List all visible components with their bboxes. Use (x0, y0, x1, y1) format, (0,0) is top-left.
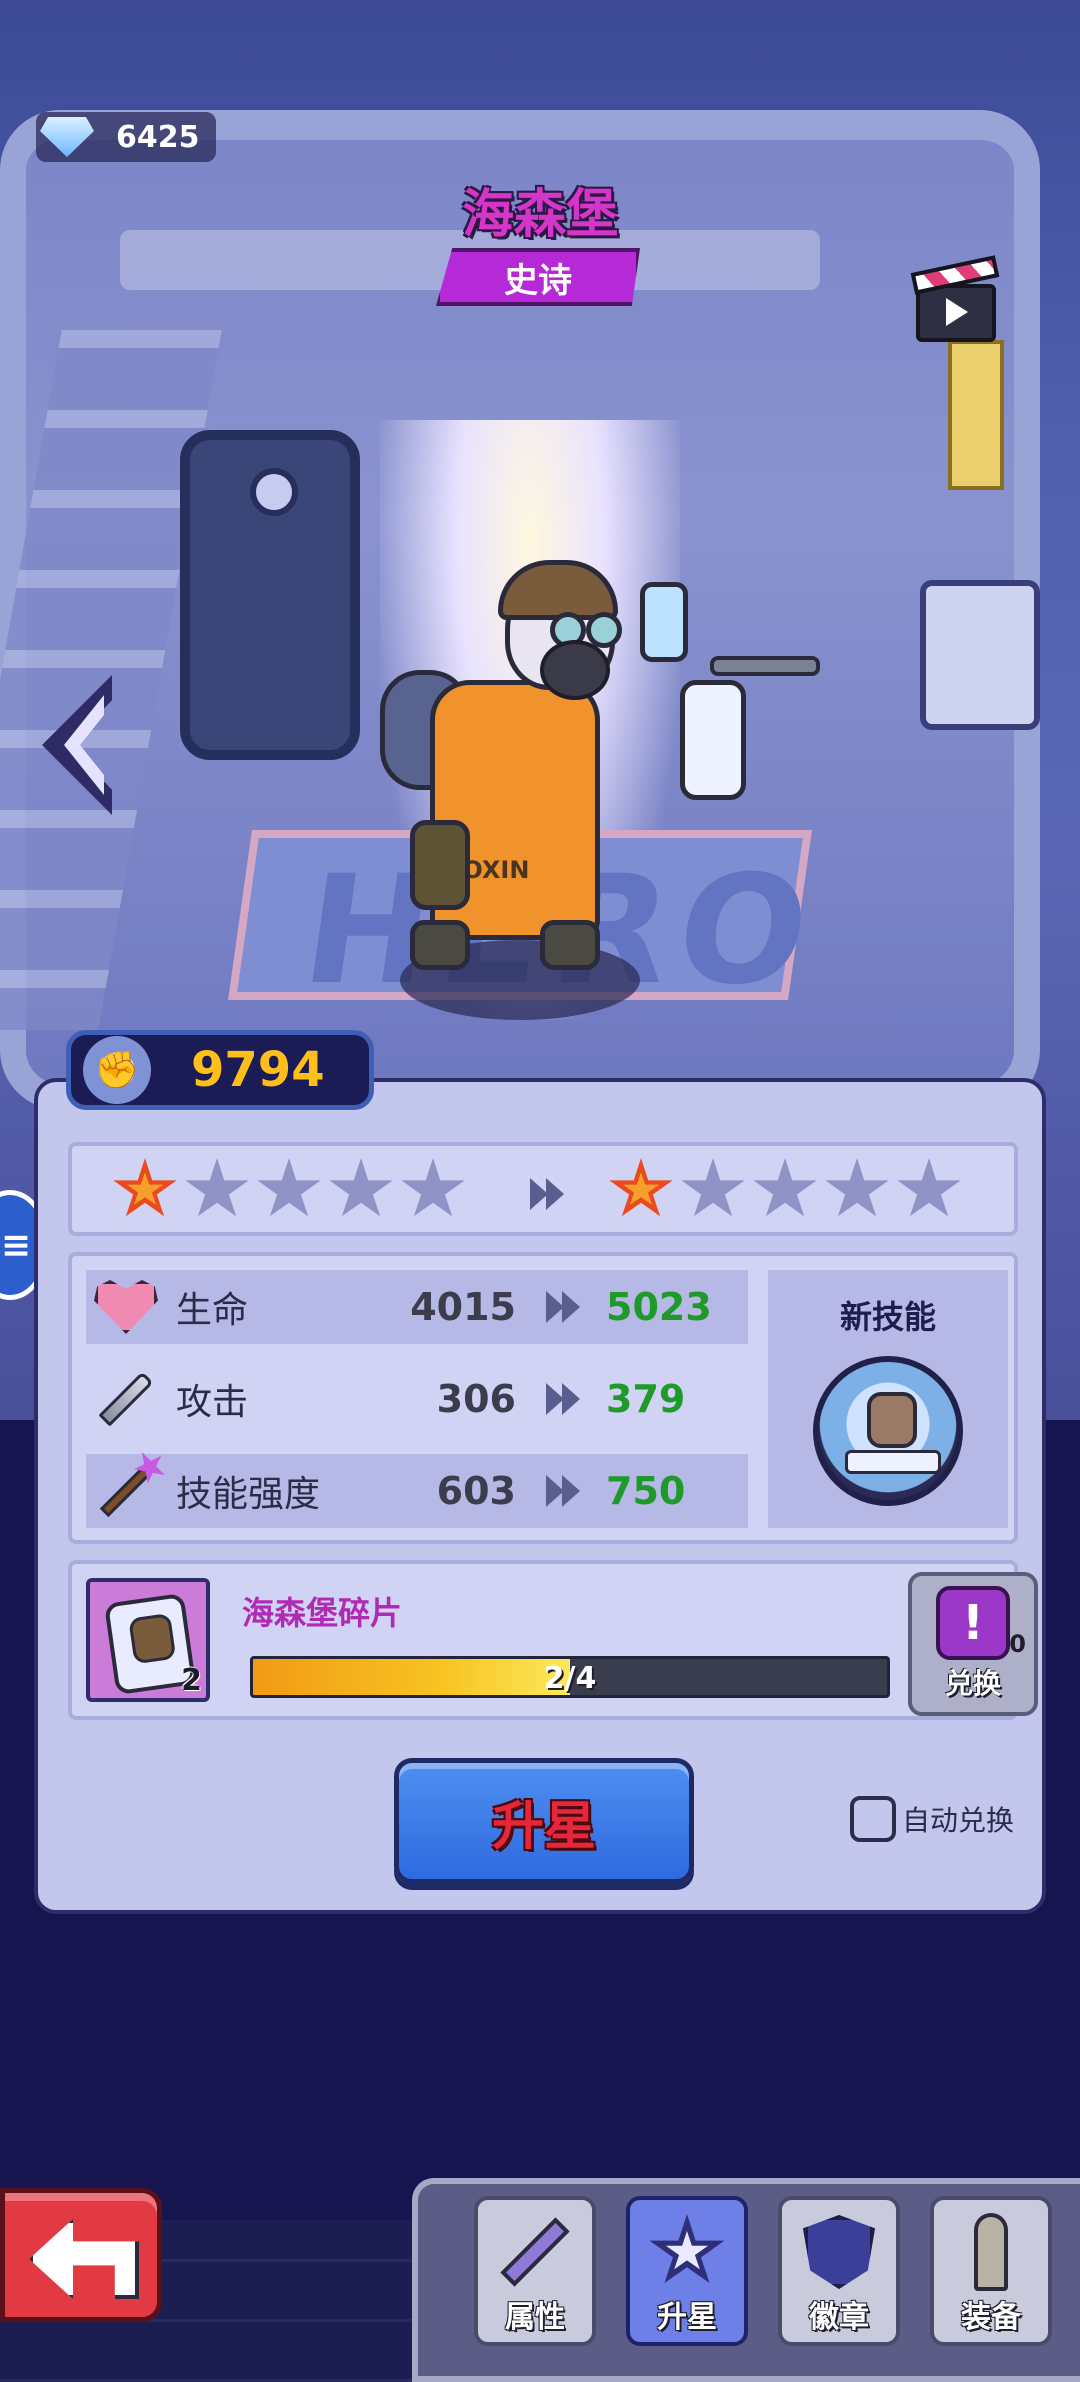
tab-star-up[interactable]: 升星 (626, 2196, 748, 2346)
star-icon-empty (401, 1158, 465, 1217)
auto-exchange-toggle[interactable]: 自动兑换 (850, 1796, 1014, 1842)
stat-label: 攻击 (176, 1382, 249, 1423)
puzzle-exclamation-icon: ! (936, 1586, 1010, 1660)
video-clapper-button[interactable] (910, 255, 1000, 350)
sword-tab-icon (495, 2212, 575, 2292)
porthole (250, 468, 298, 516)
character-leg (540, 920, 600, 970)
character-cap (498, 560, 618, 620)
gem-count: 6425 (116, 119, 200, 155)
tab-label: 装备 (961, 2300, 1021, 2335)
hero-character: TOXIN (380, 560, 840, 1040)
bunker-door (180, 430, 360, 760)
stats-panel: 生命 4015 5023 攻击 306 379 技能强度 603 750 新技能 (68, 1252, 1018, 1544)
checkbox[interactable] (850, 1796, 896, 1842)
gas-mask (540, 640, 610, 700)
exchange-count: 0 (1009, 1630, 1026, 1658)
sprayer-nozzle (710, 656, 820, 676)
stat-next: 750 (606, 1469, 686, 1513)
back-arrow-icon (29, 2219, 139, 2299)
star-icon-filled (609, 1158, 673, 1217)
wand-icon (90, 1461, 162, 1521)
auto-exchange-label: 自动兑换 (902, 1804, 1015, 1837)
star-icon-empty (681, 1158, 745, 1217)
double-arrow-icon (544, 1289, 590, 1325)
stat-row-hp: 生命 4015 5023 (86, 1270, 748, 1344)
bottom-tab-bar: 属性 升星 徽章 装备 (412, 2178, 1080, 2382)
tab-label: 徽章 (809, 2300, 869, 2335)
character-leg (410, 920, 470, 970)
star-icon-empty (753, 1158, 817, 1217)
exchange-button[interactable]: ! 0 兑换 (908, 1572, 1038, 1716)
double-arrow-icon (544, 1381, 590, 1417)
hero-name: 海森堡 (461, 185, 618, 245)
rarity-badge: 史诗 (436, 248, 640, 306)
tab-attributes[interactable]: 属性 (474, 2196, 596, 2346)
star-icon-empty (185, 1158, 249, 1217)
tab-label: 升星 (657, 2300, 717, 2335)
stat-next: 5023 (606, 1285, 712, 1329)
previous-hero-button[interactable] (42, 670, 112, 820)
badge-tab-icon (799, 2212, 879, 2292)
stat-current: 603 (436, 1469, 516, 1513)
shard-name: 海森堡碎片 (242, 1594, 403, 1632)
shard-count: 2 (181, 1663, 202, 1698)
tab-equipment[interactable]: 装备 (930, 2196, 1052, 2346)
shard-progress-bar: 2/4 (250, 1656, 890, 1698)
tab-badges[interactable]: 徽章 (778, 2196, 900, 2346)
star-up-button[interactable]: 升星 (394, 1758, 694, 1884)
exchange-label: 兑换 (944, 1667, 1001, 1700)
tab-label: 属性 (505, 2300, 565, 2335)
stat-row-attack: 攻击 306 379 (86, 1362, 748, 1436)
skill-icon[interactable] (813, 1356, 963, 1506)
shard-item-card[interactable]: 2 (86, 1578, 210, 1702)
character-glove (410, 820, 470, 910)
stat-current: 4015 (410, 1285, 516, 1329)
wall-phone (920, 580, 1040, 730)
double-arrow-icon (528, 1176, 568, 1212)
sword-icon (90, 1369, 162, 1429)
power-badge: ✊ 9794 (66, 1030, 374, 1110)
sprayer-tank (680, 680, 746, 800)
star-tab-icon (647, 2212, 727, 2292)
bullet-tab-icon (951, 2212, 1031, 2292)
stat-label: 技能强度 (176, 1474, 321, 1515)
star-icon-empty (329, 1158, 393, 1217)
wall-note (948, 340, 1004, 490)
star-icon-filled (113, 1158, 177, 1217)
star-icon-empty (825, 1158, 889, 1217)
heart-icon (90, 1277, 162, 1337)
skill-bed (845, 1450, 941, 1474)
diamond-icon (40, 117, 94, 157)
fist-icon: ✊ (83, 1036, 151, 1104)
skill-face (867, 1392, 917, 1448)
gem-counter: 6425 (36, 112, 216, 162)
progress-text: 2/4 (543, 1661, 597, 1696)
star-up-panel: 生命 4015 5023 攻击 306 379 技能强度 603 750 新技能 (34, 1078, 1046, 1914)
chemical-bottle (640, 582, 688, 662)
power-value: 9794 (191, 1042, 325, 1098)
star-icon-empty (257, 1158, 321, 1217)
stat-current: 306 (436, 1377, 516, 1421)
shard-panel: 2 海森堡碎片 2/4 ! 0 兑换 (68, 1560, 1038, 1720)
double-arrow-icon (544, 1473, 590, 1509)
star-icon-empty (897, 1158, 961, 1217)
stat-next: 379 (606, 1377, 686, 1421)
stat-label: 生命 (176, 1290, 249, 1331)
stat-row-skill-power: 技能强度 603 750 (86, 1454, 748, 1528)
back-button[interactable] (0, 2188, 162, 2322)
play-icon (946, 298, 968, 326)
star-up-label: 升星 (491, 1796, 596, 1857)
new-skill-title: 新技能 (839, 1298, 936, 1336)
new-skill-card[interactable]: 新技能 (768, 1270, 1008, 1528)
star-comparison (68, 1142, 1018, 1236)
